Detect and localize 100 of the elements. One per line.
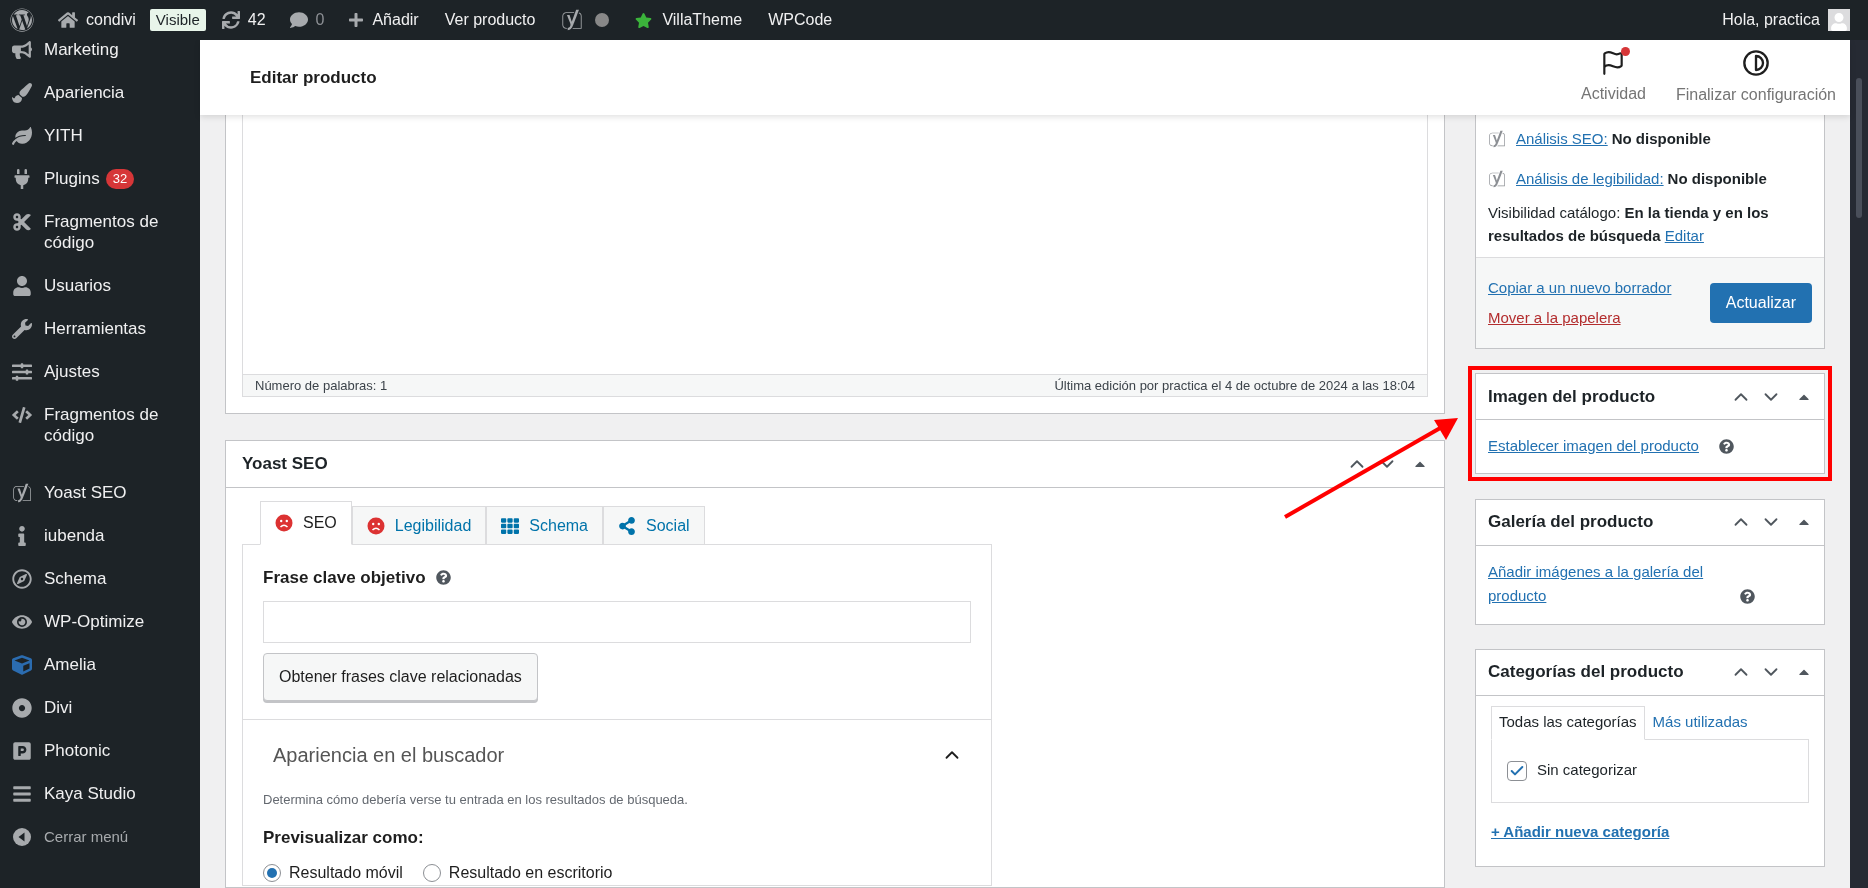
yoast-tab[interactable]: Legibilidad xyxy=(351,506,487,545)
menu-item[interactable]: Marketing xyxy=(0,40,200,71)
menu-label: iubenda xyxy=(44,525,105,546)
yoast-icon xyxy=(1488,130,1506,148)
last-edit: Última edición por practica el 4 de octubre de 2024 a las 18:04 xyxy=(1054,376,1415,395)
compass-icon xyxy=(12,568,32,589)
yoast-icon xyxy=(12,482,32,503)
scrollbar[interactable] xyxy=(1850,40,1868,888)
edit-link[interactable]: Editar xyxy=(1664,227,1704,244)
page-title: Editar producto xyxy=(250,66,377,89)
wordpress-logo-icon[interactable] xyxy=(10,8,34,32)
box-title: Yoast SEO xyxy=(242,453,328,476)
menu-label: Plugins xyxy=(44,168,100,189)
star-icon xyxy=(635,11,653,29)
toolbar-link[interactable]: Ver producto xyxy=(434,8,546,32)
keyphrase-input[interactable] xyxy=(263,600,971,643)
checkbox[interactable] xyxy=(1507,760,1527,781)
yoast-icon[interactable] xyxy=(561,9,584,31)
menu-item[interactable]: Photonic xyxy=(0,729,200,772)
yoast-tab[interactable]: Social xyxy=(603,506,705,545)
menu-item[interactable]: Cerrar menú xyxy=(0,815,200,858)
menu-label: Fragmentos de código xyxy=(44,404,160,446)
comments-link[interactable]: 0 xyxy=(281,8,333,32)
menu-item[interactable]: Divi xyxy=(0,686,200,729)
sliders-icon xyxy=(12,361,32,382)
menu-item[interactable]: Amelia xyxy=(0,643,200,686)
sad-face-icon xyxy=(275,514,293,532)
plugin-link[interactable]: VillaTheme xyxy=(625,8,753,32)
box-title: Imagen del producto xyxy=(1488,385,1656,408)
analysis-link[interactable]: Análisis de legibilidad: xyxy=(1516,167,1664,191)
menu-item[interactable]: Usuarios xyxy=(0,264,200,307)
update-button[interactable]: Actualizar xyxy=(1709,283,1812,323)
code-icon xyxy=(12,404,32,425)
preview-label: Previsualizar como: xyxy=(263,827,425,849)
menu-item[interactable]: Herramientas xyxy=(0,307,200,350)
yoast-icon xyxy=(1488,170,1506,188)
plus-icon xyxy=(348,12,365,28)
preview-option[interactable]: Resultado móvil xyxy=(263,860,403,885)
menu-label: Apariencia xyxy=(44,82,125,103)
comment-icon xyxy=(289,11,308,29)
preview-option[interactable]: Resultado en escritorio xyxy=(422,860,613,885)
menu-item[interactable]: YITH xyxy=(0,114,200,157)
set-image-link[interactable]: Establecer imagen del producto xyxy=(1488,435,1699,458)
section-description: Determina cómo debería verse tu entrada en los resultados de búsqueda. xyxy=(263,790,689,809)
catalog-visibility: Visibilidad catálogo: En la tienda y en los resultados de búsqueda Editar xyxy=(1488,203,1770,246)
add-gallery-link[interactable]: Añadir imágenes a la galería del producto xyxy=(1488,559,1728,608)
menu-label: Herramientas xyxy=(44,318,147,339)
p-icon xyxy=(12,740,32,761)
menu-item[interactable]: iubenda xyxy=(0,514,200,557)
analysis-link[interactable]: Análisis SEO: xyxy=(1516,127,1608,151)
trash-link[interactable]: Mover a la papelera xyxy=(1488,307,1672,330)
menu-item[interactable]: Kaya Studio xyxy=(0,772,200,815)
help-icon[interactable] xyxy=(1740,588,1755,604)
new-content-link[interactable]: Añadir xyxy=(338,8,429,32)
menu-item[interactable]: Apariencia xyxy=(0,71,200,114)
menu-item[interactable]: Schema xyxy=(0,557,200,600)
yoast-tab[interactable]: SEO xyxy=(260,501,352,545)
updates-link[interactable]: 42 xyxy=(211,8,276,32)
toolbar-link[interactable]: WPCode xyxy=(758,8,843,32)
header-action[interactable]: Finalizar configuración xyxy=(1663,48,1848,107)
help-icon[interactable] xyxy=(1718,438,1734,454)
help-icon[interactable] xyxy=(435,570,451,586)
copy-draft-link[interactable]: Copiar a un nuevo borrador xyxy=(1488,276,1672,299)
menu-label: Divi xyxy=(44,697,73,718)
menu-item[interactable]: Fragmentos de código xyxy=(0,393,200,457)
category-tab[interactable]: Más utilizadas xyxy=(1644,705,1756,740)
megaphone-icon xyxy=(12,40,32,60)
leaf-icon xyxy=(12,125,32,146)
menu-label: Schema xyxy=(44,568,107,589)
related-keyphrases-button[interactable]: Obtener frases clave relacionadas xyxy=(263,652,538,701)
section-title[interactable]: Apariencia en el buscador xyxy=(273,739,505,770)
word-count: Número de palabras: 1 xyxy=(255,376,388,395)
header-action[interactable]: Actividad xyxy=(1569,49,1658,106)
menu-item[interactable]: Plugins 32 xyxy=(0,157,200,200)
user-icon xyxy=(12,275,32,296)
share-icon xyxy=(618,516,636,535)
menu-label: Kaya Studio xyxy=(44,783,136,804)
refresh-icon xyxy=(221,11,240,29)
menu-item[interactable]: Ajustes xyxy=(0,350,200,393)
site-link[interactable]: condivi xyxy=(50,8,144,32)
category-tab[interactable]: Todas las categorías xyxy=(1491,705,1645,740)
menu-label: Yoast SEO xyxy=(44,482,127,503)
menu-label: Fragmentos de código xyxy=(44,211,160,253)
menu-label: Amelia xyxy=(44,654,96,675)
sad-face-icon xyxy=(366,516,385,535)
field-label: Frase clave objetivo xyxy=(263,567,426,589)
visibility-badge: Visible xyxy=(149,9,206,31)
menu-label: Usuarios xyxy=(44,275,112,296)
category-option[interactable]: Sin categorizar xyxy=(1507,759,1793,782)
add-category-link[interactable]: + Añadir nueva categoría xyxy=(1491,820,1670,843)
menu-item[interactable]: Fragmentos de código xyxy=(0,200,200,264)
menu-label: Photonic xyxy=(44,740,111,761)
menu-label: YITH xyxy=(44,125,83,146)
greeting[interactable]: Hola, practica xyxy=(1722,8,1820,32)
yoast-tab[interactable]: Schema xyxy=(486,506,603,545)
menu-item[interactable]: WP-Optimize xyxy=(0,600,200,643)
menu-item[interactable]: Yoast SEO xyxy=(0,471,200,514)
cube-icon xyxy=(12,654,32,675)
plug-icon xyxy=(12,168,32,189)
analysis-status: No disponible xyxy=(1611,128,1711,149)
